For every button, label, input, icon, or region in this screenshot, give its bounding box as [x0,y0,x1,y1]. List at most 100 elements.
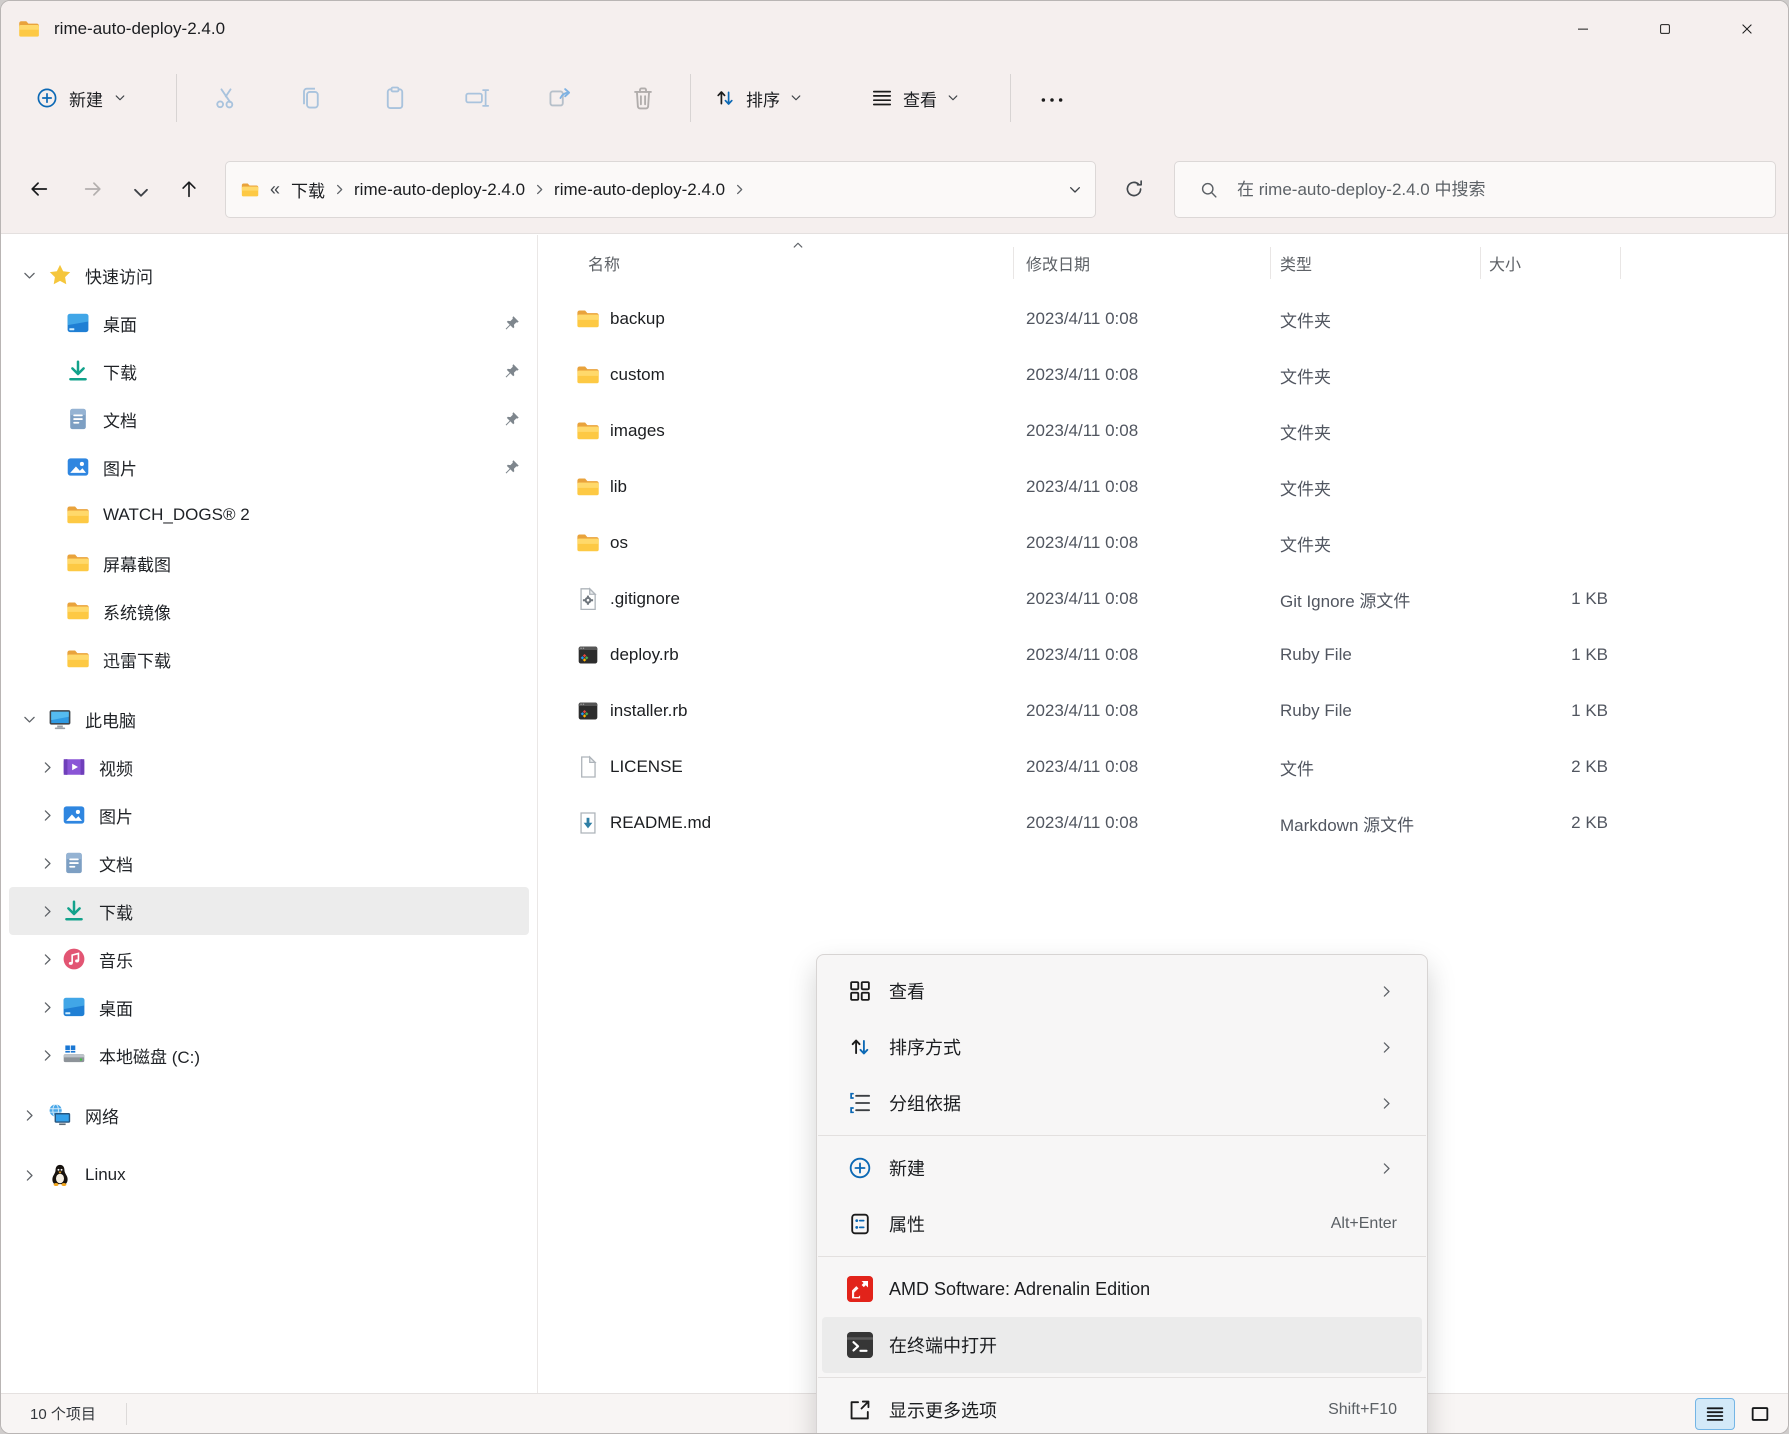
share-button[interactable] [546,84,574,112]
search-input[interactable] [1235,179,1761,201]
back-button[interactable] [28,178,50,200]
sidebar-item[interactable]: 下载 [9,347,529,395]
rename-button[interactable] [463,84,491,112]
file-size: 1 KB [1481,589,1621,609]
drive-icon [61,1042,87,1068]
more-button[interactable] [1038,86,1066,114]
sidebar-item[interactable]: 桌面 [9,299,529,347]
details-view-button[interactable] [1695,1398,1735,1430]
address-dropdown-icon[interactable] [1067,182,1083,198]
file-row[interactable]: images 2023/4/11 0:08 文件夹 [538,403,1788,459]
column-header-type[interactable]: 类型 [1271,235,1481,291]
tree-chevron[interactable] [17,707,41,731]
sidebar-item[interactable]: 桌面 [9,983,529,1031]
new-button[interactable]: 新建 [27,76,135,120]
maximize-button[interactable] [1624,1,1706,57]
cut-button[interactable] [212,84,240,112]
submenu-chevron-icon [1378,1095,1395,1112]
breadcrumb-label[interactable]: rime-auto-deploy-2.4.0 [547,180,732,200]
tree-chevron[interactable] [35,1043,59,1067]
sidebar-item[interactable]: 系统镜像 [9,587,529,635]
file-row[interactable]: os 2023/4/11 0:08 文件夹 [538,515,1788,571]
column-header-date[interactable]: 修改日期 [1014,235,1271,291]
tree-chevron[interactable] [17,503,41,527]
tree-chevron[interactable] [17,455,41,479]
breadcrumb-item[interactable]: 下载 [284,177,347,202]
sidebar-item[interactable]: 快速访问 [9,251,529,299]
tree-chevron[interactable] [17,599,41,623]
tree-chevron[interactable] [35,755,59,779]
sidebar-item[interactable]: 迅雷下载 [9,635,529,683]
context-menu-item[interactable]: 属性 Alt+Enter [817,1196,1427,1252]
view-button[interactable]: 查看 [862,76,968,120]
breadcrumb-item[interactable]: rime-auto-deploy-2.4.0 [347,180,547,200]
large-icons-view-button[interactable] [1740,1398,1780,1430]
sidebar-item[interactable]: 网络 [9,1091,529,1139]
file-row[interactable]: custom 2023/4/11 0:08 文件夹 [538,347,1788,403]
tree-chevron[interactable] [17,1103,41,1127]
tree-chevron[interactable] [17,359,41,383]
context-menu-item[interactable]: 分组依据 [817,1075,1427,1131]
file-row[interactable]: README.md 2023/4/11 0:08 Markdown 源文件 2 … [538,795,1788,851]
context-menu-item[interactable]: 查看 [817,963,1427,1019]
tree-chevron[interactable] [17,1163,41,1187]
sort-button[interactable]: 排序 [705,76,811,120]
refresh-button[interactable] [1123,178,1145,200]
file-row[interactable]: backup 2023/4/11 0:08 文件夹 [538,291,1788,347]
delete-button[interactable] [629,84,657,112]
tree-chevron[interactable] [35,899,59,923]
sidebar-item[interactable]: 文档 [9,839,529,887]
up-button[interactable] [178,178,200,200]
column-header-name[interactable]: 名称 [538,235,1014,291]
context-menu-item[interactable]: 在终端中打开 [822,1317,1422,1373]
context-menu-item[interactable]: AMD Software: Adrenalin Edition [817,1261,1427,1317]
sidebar-item[interactable]: 图片 [9,443,529,491]
close-button[interactable] [1706,1,1788,57]
sidebar-item[interactable]: 本地磁盘 (C:) [9,1031,529,1079]
sidebar-item[interactable]: 此电脑 [9,695,529,743]
tree-chevron[interactable] [35,803,59,827]
history-dropdown-button[interactable] [130,182,146,198]
breadcrumb-item[interactable]: rime-auto-deploy-2.4.0 [547,180,747,200]
sidebar-item[interactable]: 下载 [9,887,529,935]
sidebar-item[interactable]: 视频 [9,743,529,791]
context-menu-item[interactable]: 排序方式 [817,1019,1427,1075]
menu-item-label: 分组依据 [889,1090,961,1116]
copy-button[interactable] [297,84,325,112]
plus-circle-icon [847,1155,873,1181]
context-menu-item[interactable]: 显示更多选项 Shift+F10 [817,1382,1427,1434]
tree-chevron[interactable] [35,851,59,875]
file-row[interactable]: .gitignore 2023/4/11 0:08 Git Ignore 源文件… [538,571,1788,627]
breadcrumb-overflow[interactable]: « [270,179,280,200]
pictures-icon [61,802,87,828]
tree-chevron[interactable] [17,407,41,431]
tree-chevron[interactable] [17,551,41,575]
file-row[interactable]: deploy.rb 2023/4/11 0:08 Ruby File 1 KB [538,627,1788,683]
minimize-button[interactable] [1542,1,1624,57]
tree-chevron[interactable] [17,647,41,671]
sidebar-item[interactable]: 文档 [9,395,529,443]
search-box[interactable] [1174,161,1776,218]
tree-chevron[interactable] [17,311,41,335]
sidebar-item[interactable]: 图片 [9,791,529,839]
forward-button[interactable] [82,178,104,200]
context-menu-item[interactable]: 新建 [817,1140,1427,1196]
tree-chevron[interactable] [17,263,41,287]
copy-icon [297,84,325,112]
sidebar-item[interactable]: 音乐 [9,935,529,983]
tree-chevron[interactable] [35,995,59,1019]
breadcrumb-label[interactable]: 下载 [284,177,332,202]
sidebar-item[interactable]: WATCH_DOGS® 2 [9,491,529,539]
file-date: 2023/4/11 0:08 [1014,589,1271,609]
column-header-size[interactable]: 大小 [1481,235,1621,291]
sidebar-item[interactable]: Linux [9,1151,529,1199]
breadcrumb-label[interactable]: rime-auto-deploy-2.4.0 [347,180,532,200]
file-row[interactable]: lib 2023/4/11 0:08 文件夹 [538,459,1788,515]
file-row[interactable]: LICENSE 2023/4/11 0:08 文件 2 KB [538,739,1788,795]
file-row[interactable]: installer.rb 2023/4/11 0:08 Ruby File 1 … [538,683,1788,739]
sidebar-item-label: Linux [85,1165,126,1185]
address-bar[interactable]: « 下载 rime-auto-deploy-2.4.0 rime-auto-de… [225,161,1096,218]
tree-chevron[interactable] [35,947,59,971]
paste-button[interactable] [381,84,409,112]
sidebar-item[interactable]: 屏幕截图 [9,539,529,587]
